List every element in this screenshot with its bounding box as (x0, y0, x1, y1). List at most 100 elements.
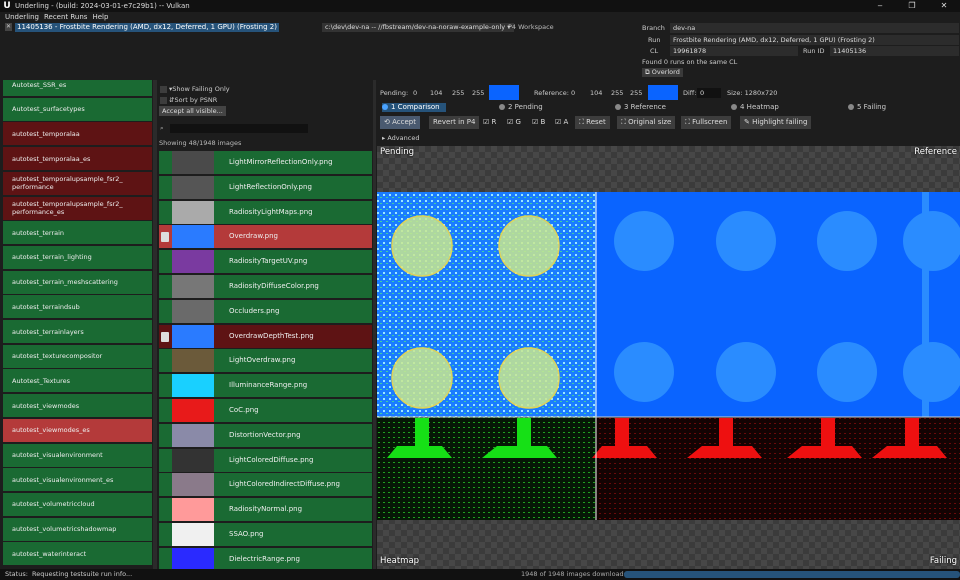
tab-heatmap[interactable]: 4 Heatmap (731, 103, 779, 112)
menu-help[interactable]: Help (92, 12, 108, 22)
tab-pending-label: 2 Pending (508, 103, 543, 111)
close-window-button[interactable]: ✕ (928, 0, 960, 12)
suite-list-item[interactable]: Autotest_surfacetypes (3, 97, 152, 121)
suite-list-item[interactable]: autotest_terrain_lighting (3, 245, 152, 269)
pending-g: 104 (430, 89, 443, 97)
suite-list-scrollbar[interactable] (153, 80, 157, 569)
sort-psnr-row: ⇵Sort by PSNR (169, 96, 217, 104)
image-list-item[interactable]: RadiosityNormal.png (159, 498, 372, 522)
comparison-canvas[interactable] (377, 146, 960, 569)
advanced-toggle[interactable]: ▸ Advanced (382, 134, 419, 142)
workspace-path-select[interactable]: c:\dev\dev-na -- //fbstream/dev-na-noraw… (322, 23, 514, 32)
tab-reference-label: 3 Reference (624, 103, 666, 111)
menu-underling[interactable]: Underling (5, 12, 39, 22)
overlord-button[interactable]: ⧉ Overlord (642, 68, 683, 77)
suite-list-item[interactable]: autotest_texturecompositor (3, 344, 152, 368)
close-run-icon[interactable]: ✕ (5, 23, 12, 31)
image-list-item[interactable]: CoC.png (159, 399, 372, 422)
channel-a-toggle[interactable]: ☑ A (551, 116, 572, 129)
suite-list-item[interactable]: autotest_terrain (3, 221, 152, 245)
image-list-item[interactable]: Overdraw.png (159, 225, 372, 249)
suite-list-item[interactable]: autotest_visualenvironment_es (3, 468, 152, 492)
image-list-item[interactable]: LightColoredDiffuse.png (159, 448, 372, 472)
image-list-item[interactable]: RadiosityLightMaps.png (159, 200, 372, 224)
image-viewer[interactable]: Pending Reference Heatmap Failing (377, 146, 960, 569)
sort-psnr-label: Sort by PSNR (174, 96, 218, 104)
channel-g-toggle[interactable]: ☑ G (503, 116, 525, 129)
channel-b-toggle[interactable]: ☑ B (528, 116, 549, 129)
reset-button[interactable]: ⛶ Reset (575, 116, 610, 129)
image-list-item[interactable]: RadiosityTargetUV.png (159, 250, 372, 274)
suite-list-item[interactable]: autotest_viewmodes_es (3, 418, 152, 442)
image-list-scrollbar[interactable] (373, 80, 376, 569)
suite-list-item[interactable]: autotest_temporalaa_es (3, 147, 152, 171)
fullscreen-button[interactable]: ⛶ Fullscreen (681, 116, 732, 129)
reference-corner-label: Reference (914, 147, 957, 157)
image-name: LightMirrorReflectionOnly.png (229, 158, 333, 166)
maximize-button[interactable]: ❐ (896, 0, 928, 12)
run-selector[interactable]: 11405136 - Frostbite Rendering (AMD, dx1… (15, 23, 279, 32)
suite-list-item[interactable]: autotest_temporalupsample_fsr2_ performa… (3, 171, 152, 195)
suite-list-item[interactable]: Autotest_Textures (3, 369, 152, 393)
suite-list-item[interactable]: Autotest_SSR_es (3, 80, 152, 96)
image-list-item[interactable]: OverdrawDepthTest.png (159, 324, 372, 348)
image-list-item[interactable]: RadiosityDiffuseColor.png (159, 275, 372, 298)
pending-b: 255 (452, 89, 465, 97)
original-size-button[interactable]: ⛶ Original size (617, 116, 676, 129)
image-list-item[interactable]: DielectricRange.png (159, 547, 372, 571)
menu-recent-runs[interactable]: Recent Runs (44, 12, 88, 22)
sort-psnr-checkbox[interactable] (160, 97, 167, 104)
suite-list-item[interactable]: autotest_visualenvironment (3, 443, 152, 467)
image-list-item[interactable]: Occluders.png (159, 299, 372, 323)
tab-comparison[interactable]: 1 Comparison (382, 103, 446, 112)
suite-list-item[interactable]: autotest_volumetriccloud (3, 492, 152, 516)
p4-workspace-label: P4 Workspace (508, 23, 554, 31)
reset-icon: ⛶ (579, 118, 584, 126)
channel-g-checkbox: ☑ (507, 118, 514, 126)
pending-color-swatch (489, 85, 519, 100)
suite-list-item[interactable]: autotest_viewmodes (3, 394, 152, 418)
image-list-item[interactable]: LightReflectionOnly.png (159, 175, 372, 199)
suite-list-item[interactable]: autotest_terraindsub (3, 295, 152, 319)
channel-g-label: G (515, 118, 521, 126)
image-list-item[interactable]: LightColoredIndirectDiffuse.png (159, 473, 372, 497)
image-list-item[interactable]: DistortionVector.png (159, 423, 372, 447)
search-input[interactable] (170, 124, 308, 133)
image-thumbnail (172, 473, 214, 497)
image-name: CoC.png (229, 406, 259, 414)
suite-list-item[interactable]: autotest_temporalupsample_fsr2_ performa… (3, 196, 152, 220)
reference-r: 0 (571, 89, 576, 97)
show-failing-checkbox[interactable] (160, 86, 167, 93)
image-name: DielectricRange.png (229, 554, 300, 563)
tab-failing[interactable]: 5 Failing (848, 103, 886, 112)
tab-reference[interactable]: 3 Reference (615, 103, 666, 112)
image-list-item[interactable]: LightMirrorReflectionOnly.png (159, 151, 372, 174)
radio-comparison (382, 104, 388, 110)
tab-pending[interactable]: 2 Pending (499, 103, 543, 112)
accept-icon: ⟲ (384, 118, 390, 126)
suite-name: Autotest_surfacetypes (12, 105, 85, 114)
accept-label: Accept (392, 118, 416, 126)
image-list-item[interactable]: SSAO.png (159, 523, 372, 546)
revert-button[interactable]: Revert in P4 (429, 116, 480, 129)
highlight-icon: ✎ (744, 118, 750, 126)
show-failing-label: Show Failing Only (172, 85, 230, 93)
suite-name: autotest_viewmodes (12, 401, 80, 410)
image-list-item[interactable]: LightOverdraw.png (159, 349, 372, 373)
channel-r-toggle[interactable]: ☑ R (479, 116, 500, 129)
suite-list-item[interactable]: autotest_terrainlayers (3, 320, 152, 343)
suite-list-item[interactable]: autotest_temporalaa (3, 122, 152, 146)
run-id-field: 11405136 (830, 46, 959, 56)
reference-a: 255 (630, 89, 643, 97)
highlight-failing-button[interactable]: ✎ Highlight failing (740, 116, 812, 129)
suite-list-item[interactable]: autotest_terrain_meshscattering (3, 270, 152, 294)
accept-all-visible-button[interactable]: Accept all visible... (159, 106, 226, 116)
status-text: Requesting testsuite run info... (32, 570, 133, 578)
image-list-item[interactable]: IlluminanceRange.png (159, 374, 372, 398)
accept-button[interactable]: ⟲ Accept (380, 116, 420, 129)
image-name: LightColoredIndirectDiffuse.png (229, 480, 340, 489)
suite-list-item[interactable]: autotest_waterinteract (3, 542, 152, 566)
suite-name: autotest_texturecompositor (12, 352, 103, 361)
suite-list-item[interactable]: autotest_volumetricshadowmap (3, 517, 152, 541)
minimize-button[interactable]: ‒ (864, 0, 896, 12)
